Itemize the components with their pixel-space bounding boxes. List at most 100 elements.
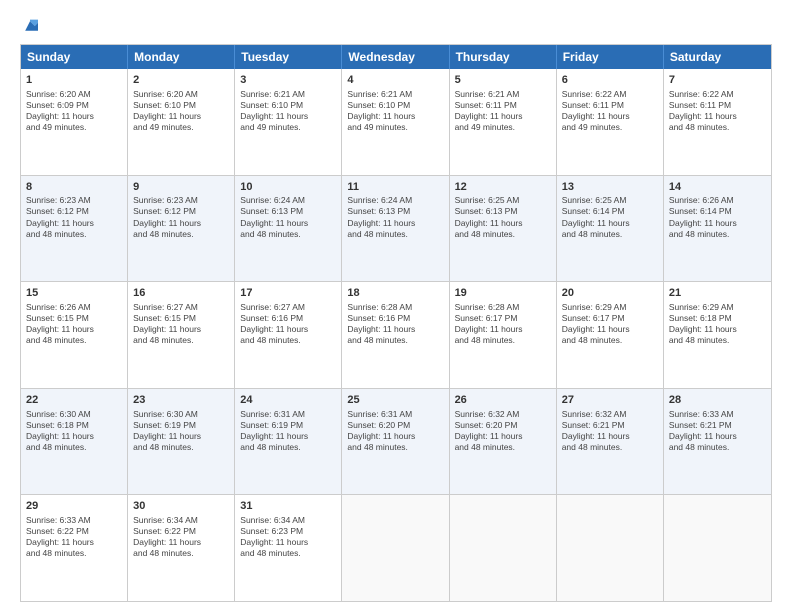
- cell-info: Sunrise: 6:33 AMSunset: 6:21 PMDaylight:…: [669, 409, 766, 453]
- cell-info: Sunrise: 6:22 AMSunset: 6:11 PMDaylight:…: [669, 89, 766, 133]
- calendar-row: 8 Sunrise: 6:23 AMSunset: 6:12 PMDaylight…: [21, 175, 771, 282]
- calendar-cell: 16Sunrise: 6:27 AMSunset: 6:15 PMDayligh…: [128, 282, 235, 388]
- logo: [20, 18, 38, 34]
- calendar-cell: 13Sunrise: 6:25 AMSunset: 6:14 PMDayligh…: [557, 176, 664, 282]
- calendar-row: 22Sunrise: 6:30 AMSunset: 6:18 PMDayligh…: [21, 388, 771, 495]
- day-number: 26: [455, 393, 551, 408]
- day-number: 7: [669, 73, 766, 88]
- calendar: SundayMondayTuesdayWednesdayThursdayFrid…: [20, 44, 772, 602]
- calendar-cell: [664, 495, 771, 601]
- calendar-cell: 31Sunrise: 6:34 AMSunset: 6:23 PMDayligh…: [235, 495, 342, 601]
- calendar-cell: 11Sunrise: 6:24 AMSunset: 6:13 PMDayligh…: [342, 176, 449, 282]
- calendar-cell: 22Sunrise: 6:30 AMSunset: 6:18 PMDayligh…: [21, 389, 128, 495]
- calendar-cell: 1Sunrise: 6:20 AMSunset: 6:09 PMDaylight…: [21, 69, 128, 175]
- day-number: 16: [133, 286, 229, 301]
- calendar-cell: 9Sunrise: 6:23 AMSunset: 6:12 PMDaylight…: [128, 176, 235, 282]
- cell-info: Sunrise: 6:29 AMSunset: 6:17 PMDaylight:…: [562, 302, 658, 346]
- cell-info: Sunrise: 6:20 AMSunset: 6:09 PMDaylight:…: [26, 89, 122, 133]
- day-number: 14: [669, 180, 766, 195]
- calendar-cell: 24Sunrise: 6:31 AMSunset: 6:19 PMDayligh…: [235, 389, 342, 495]
- cell-info: Sunrise: 6:20 AMSunset: 6:10 PMDaylight:…: [133, 89, 229, 133]
- header: [20, 18, 772, 34]
- calendar-row: 29Sunrise: 6:33 AMSunset: 6:22 PMDayligh…: [21, 494, 771, 601]
- calendar-cell: 7Sunrise: 6:22 AMSunset: 6:11 PMDaylight…: [664, 69, 771, 175]
- cell-info: Sunrise: 6:32 AMSunset: 6:21 PMDaylight:…: [562, 409, 658, 453]
- cell-info: Sunrise: 6:25 AMSunset: 6:14 PMDaylight:…: [562, 195, 658, 239]
- day-number: 12: [455, 180, 551, 195]
- cell-info: Sunrise: 6:30 AMSunset: 6:19 PMDaylight:…: [133, 409, 229, 453]
- calendar-cell: 26Sunrise: 6:32 AMSunset: 6:20 PMDayligh…: [450, 389, 557, 495]
- cell-info: Sunrise: 6:26 AMSunset: 6:14 PMDaylight:…: [669, 195, 766, 239]
- cal-header-day: Wednesday: [342, 45, 449, 69]
- cell-info: Sunrise: 6:34 AMSunset: 6:22 PMDaylight:…: [133, 515, 229, 559]
- day-number: 8: [26, 180, 122, 195]
- cell-info: Sunrise: 6:28 AMSunset: 6:17 PMDaylight:…: [455, 302, 551, 346]
- cell-info: Sunrise: 6:23 AMSunset: 6:12 PMDaylight:…: [133, 195, 229, 239]
- cell-info: Sunrise: 6:30 AMSunset: 6:18 PMDaylight:…: [26, 409, 122, 453]
- day-number: 22: [26, 393, 122, 408]
- calendar-cell: 4Sunrise: 6:21 AMSunset: 6:10 PMDaylight…: [342, 69, 449, 175]
- cal-header-day: Monday: [128, 45, 235, 69]
- cell-info: Sunrise: 6:27 AMSunset: 6:16 PMDaylight:…: [240, 302, 336, 346]
- day-number: 3: [240, 73, 336, 88]
- day-number: 27: [562, 393, 658, 408]
- day-number: 28: [669, 393, 766, 408]
- day-number: 21: [669, 286, 766, 301]
- cell-info: Sunrise: 6:31 AMSunset: 6:19 PMDaylight:…: [240, 409, 336, 453]
- day-number: 13: [562, 180, 658, 195]
- calendar-cell: 27Sunrise: 6:32 AMSunset: 6:21 PMDayligh…: [557, 389, 664, 495]
- cell-info: Sunrise: 6:27 AMSunset: 6:15 PMDaylight:…: [133, 302, 229, 346]
- calendar-cell: 15Sunrise: 6:26 AMSunset: 6:15 PMDayligh…: [21, 282, 128, 388]
- calendar-cell: 19Sunrise: 6:28 AMSunset: 6:17 PMDayligh…: [450, 282, 557, 388]
- day-number: 6: [562, 73, 658, 88]
- calendar-cell: 25Sunrise: 6:31 AMSunset: 6:20 PMDayligh…: [342, 389, 449, 495]
- calendar-cell: 18Sunrise: 6:28 AMSunset: 6:16 PMDayligh…: [342, 282, 449, 388]
- calendar-cell: 2Sunrise: 6:20 AMSunset: 6:10 PMDaylight…: [128, 69, 235, 175]
- calendar-cell: 12Sunrise: 6:25 AMSunset: 6:13 PMDayligh…: [450, 176, 557, 282]
- cell-info: Sunrise: 6:21 AMSunset: 6:10 PMDaylight:…: [240, 89, 336, 133]
- cell-info: Sunrise: 6:33 AMSunset: 6:22 PMDaylight:…: [26, 515, 122, 559]
- day-number: 20: [562, 286, 658, 301]
- day-number: 5: [455, 73, 551, 88]
- cell-info: Sunrise: 6:25 AMSunset: 6:13 PMDaylight:…: [455, 195, 551, 239]
- calendar-cell: 17Sunrise: 6:27 AMSunset: 6:16 PMDayligh…: [235, 282, 342, 388]
- day-number: 29: [26, 499, 122, 514]
- cal-header-day: Saturday: [664, 45, 771, 69]
- cal-header-day: Thursday: [450, 45, 557, 69]
- calendar-row: 15Sunrise: 6:26 AMSunset: 6:15 PMDayligh…: [21, 281, 771, 388]
- logo-icon: [22, 18, 38, 34]
- cal-header-day: Friday: [557, 45, 664, 69]
- cell-info: Sunrise: 6:28 AMSunset: 6:16 PMDaylight:…: [347, 302, 443, 346]
- day-number: 9: [133, 180, 229, 195]
- cell-info: Sunrise: 6:21 AMSunset: 6:10 PMDaylight:…: [347, 89, 443, 133]
- day-number: 18: [347, 286, 443, 301]
- day-number: 11: [347, 180, 443, 195]
- cal-header-day: Sunday: [21, 45, 128, 69]
- cell-info: Sunrise: 6:24 AMSunset: 6:13 PMDaylight:…: [240, 195, 336, 239]
- calendar-cell: 23Sunrise: 6:30 AMSunset: 6:19 PMDayligh…: [128, 389, 235, 495]
- calendar-cell: [557, 495, 664, 601]
- page: SundayMondayTuesdayWednesdayThursdayFrid…: [0, 0, 792, 612]
- day-number: 30: [133, 499, 229, 514]
- calendar-cell: 5Sunrise: 6:21 AMSunset: 6:11 PMDaylight…: [450, 69, 557, 175]
- calendar-cell: 3Sunrise: 6:21 AMSunset: 6:10 PMDaylight…: [235, 69, 342, 175]
- day-number: 31: [240, 499, 336, 514]
- calendar-row: 1Sunrise: 6:20 AMSunset: 6:09 PMDaylight…: [21, 69, 771, 175]
- day-number: 23: [133, 393, 229, 408]
- calendar-cell: 8Sunrise: 6:23 AMSunset: 6:12 PMDaylight…: [21, 176, 128, 282]
- cell-info: Sunrise: 6:24 AMSunset: 6:13 PMDaylight:…: [347, 195, 443, 239]
- day-number: 19: [455, 286, 551, 301]
- calendar-cell: 30Sunrise: 6:34 AMSunset: 6:22 PMDayligh…: [128, 495, 235, 601]
- day-number: 15: [26, 286, 122, 301]
- day-number: 4: [347, 73, 443, 88]
- day-number: 25: [347, 393, 443, 408]
- cell-info: Sunrise: 6:21 AMSunset: 6:11 PMDaylight:…: [455, 89, 551, 133]
- cal-header-day: Tuesday: [235, 45, 342, 69]
- calendar-cell: 6Sunrise: 6:22 AMSunset: 6:11 PMDaylight…: [557, 69, 664, 175]
- calendar-cell: 28Sunrise: 6:33 AMSunset: 6:21 PMDayligh…: [664, 389, 771, 495]
- calendar-cell: [450, 495, 557, 601]
- day-number: 10: [240, 180, 336, 195]
- calendar-cell: 21Sunrise: 6:29 AMSunset: 6:18 PMDayligh…: [664, 282, 771, 388]
- cell-info: Sunrise: 6:29 AMSunset: 6:18 PMDaylight:…: [669, 302, 766, 346]
- calendar-cell: 10Sunrise: 6:24 AMSunset: 6:13 PMDayligh…: [235, 176, 342, 282]
